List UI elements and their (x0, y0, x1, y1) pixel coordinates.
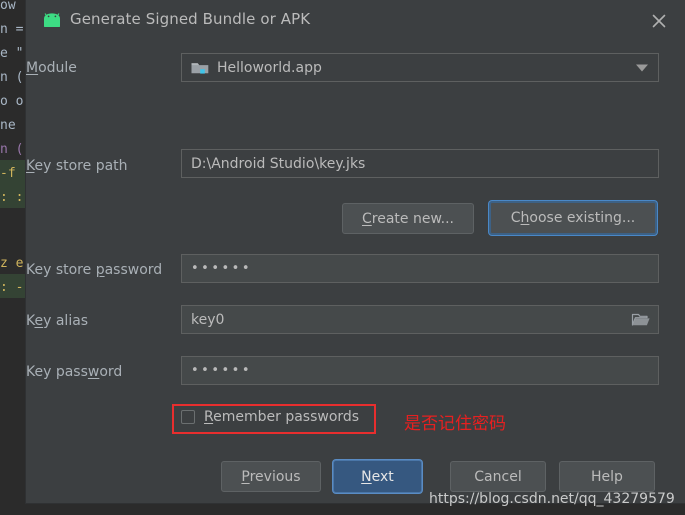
code-line: : : (0, 190, 24, 205)
key-password-input[interactable]: •••••• (181, 356, 659, 385)
dialog-titlebar: Generate Signed Bundle or APK (26, 0, 685, 43)
choose-existing-mnemonic: h (520, 210, 530, 226)
help-button[interactable]: Help (559, 461, 655, 492)
watermark-url: https://blog.csdn.net/qq_43279579 (429, 491, 675, 507)
key-alias-label: Key alias (26, 313, 89, 329)
key-alias-mnemonic: e (34, 313, 44, 329)
help-label: Help (591, 468, 623, 485)
previous-label: Previous (241, 468, 301, 485)
module-label: Module (26, 60, 77, 76)
key-store-password-mnemonic: p (95, 262, 105, 278)
previous-mnemonic: P (241, 468, 250, 485)
remember-passwords-label: Remember passwords (204, 409, 360, 425)
close-icon[interactable] (647, 9, 671, 33)
code-line: n ( (0, 142, 24, 157)
code-line: n ( (0, 70, 24, 85)
chevron-down-icon[interactable] (636, 64, 648, 71)
key-password-mnemonic: w (87, 364, 100, 380)
key-password-value: •••••• (191, 363, 253, 378)
code-line: z e (0, 256, 24, 271)
next-mnemonic: N (361, 468, 372, 485)
module-folder-icon (191, 61, 209, 75)
create-new-label: Create new... (362, 210, 454, 227)
key-store-path-input[interactable]: D:\Android Studio\key.jks (181, 149, 659, 178)
cancel-label: Cancel (474, 468, 522, 485)
checkbox-box[interactable] (181, 410, 195, 424)
module-label-mnemonic: M (26, 60, 39, 76)
key-password-label: Key password (26, 364, 123, 380)
code-line: n = (0, 22, 24, 37)
code-line: -f (0, 166, 16, 181)
choose-existing-label: Choose existing... (510, 210, 636, 226)
screen-root: ow n = e " n ( o o ne n ( -f : : z e : - Generate … (0, 0, 685, 515)
code-line: ow (0, 0, 16, 13)
key-store-path-label: Key store path (26, 158, 128, 174)
create-new-mnemonic: C (362, 210, 372, 227)
key-alias-value: key0 (191, 311, 225, 328)
android-robot-icon (42, 12, 62, 27)
module-value: Helloworld.app (217, 59, 322, 76)
remember-passwords-checkbox[interactable]: Remember passwords (181, 409, 359, 425)
cancel-button[interactable]: Cancel (450, 461, 546, 492)
folder-open-icon[interactable] (630, 310, 652, 330)
remember-passwords-mnemonic: R (204, 409, 214, 425)
key-store-password-label: Key store password (26, 262, 163, 278)
previous-button[interactable]: Previous (221, 461, 321, 492)
key-store-path-value: D:\Android Studio\key.jks (191, 155, 366, 172)
code-line: ne (0, 118, 16, 133)
code-line: : - (0, 280, 24, 295)
key-alias-input[interactable]: key0 (181, 305, 659, 334)
generate-signed-bundle-dialog: Generate Signed Bundle or APK Module Hel… (26, 0, 685, 503)
key-store-password-input[interactable]: •••••• (181, 254, 659, 283)
code-line: e " (0, 46, 24, 61)
create-new-button[interactable]: Create new... (342, 203, 474, 234)
editor-background: ow n = e " n ( o o ne n ( -f : : z e : - (0, 0, 26, 515)
code-line: o o (0, 94, 24, 109)
key-store-password-value: •••••• (191, 261, 253, 276)
choose-existing-button[interactable]: Choose existing... (489, 201, 657, 235)
annotation-note-text: 是否记住密码 (404, 414, 506, 434)
module-combobox[interactable]: Helloworld.app (181, 53, 659, 82)
dialog-title: Generate Signed Bundle or APK (70, 10, 311, 28)
next-button[interactable]: Next (333, 460, 422, 493)
next-label: Next (361, 468, 394, 485)
module-label-rest: odule (38, 60, 77, 76)
